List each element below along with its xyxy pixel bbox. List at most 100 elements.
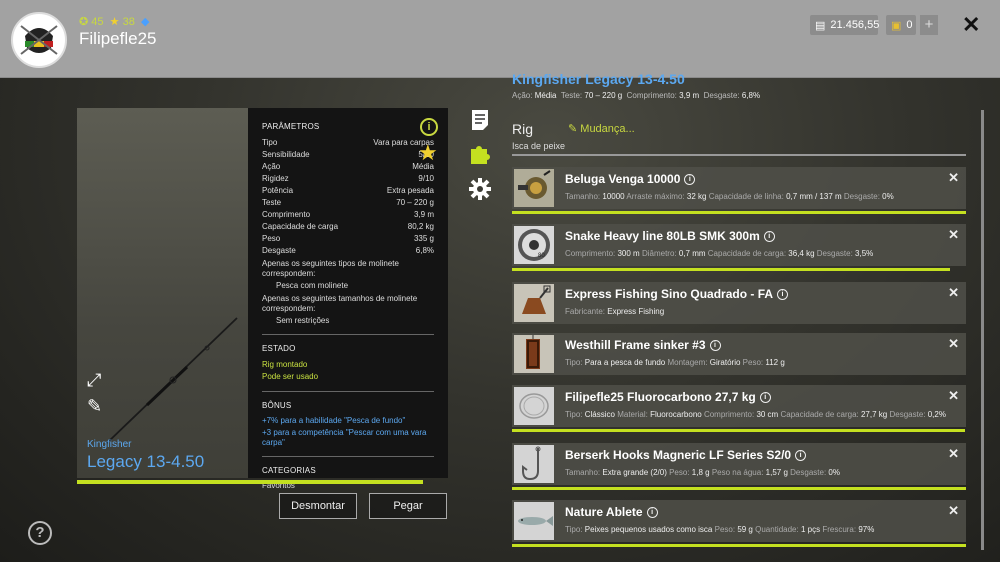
change-rig-button[interactable]: ✎ Mudança... [568,122,635,135]
rig-item-card[interactable]: Express Fishing Sino Quadrado - FA i Fabri… [512,282,966,324]
silver-value: 21.456,55 [830,19,880,31]
item-name-text: Snake Heavy line 80LB SMK 300m [565,229,760,243]
divider [262,334,434,335]
length-value: 3,9 m [679,91,700,100]
stars-value: 38 [122,16,135,28]
item-condition-bar [512,268,951,271]
drop-icon: ◆ [140,16,150,28]
item-name: Filipefle25 Fluorocarbono 27,7 kg i [565,390,771,404]
expand-icon[interactable]: ⤢ [87,370,101,391]
player-avatar[interactable] [11,12,67,68]
parameter-label: Comprimento [262,210,311,219]
rig-item-card[interactable]: 80 Snake Heavy line 80LB SMK 300m i Comprim… [512,224,966,266]
parameter-row: Peso 335 g [262,233,434,245]
detail-value: 0% [828,468,840,477]
gear-icon[interactable] [468,177,492,201]
detail-value: 32 kg [686,192,707,201]
item-info-icon[interactable]: i [763,231,775,243]
detail-value: 0,2% [927,410,946,419]
item-info-icon[interactable]: i [684,174,696,186]
parameter-row: Capacidade de carga 80,2 kg [262,221,434,233]
reel-icon [514,169,554,207]
puzzle-icon[interactable] [468,142,492,166]
scrollbar[interactable] [981,110,984,550]
rod-condition-bar [77,480,423,484]
rod-name: Legacy 13-4.50 [87,452,205,471]
detail-value: 1,57 g [765,468,788,477]
rig-item-card[interactable]: Berserk Hooks Magneric LF Series S2/0 i Ta… [512,443,966,485]
state-rig-mounted: Rig montado [262,360,308,369]
item-info-icon[interactable]: i [759,392,771,404]
detail-label: Comprimento: [565,249,616,258]
remove-item-icon[interactable]: ✕ [948,336,959,352]
favorite-star-icon[interactable]: ★ [418,141,438,165]
detail-value: Fluorocarbono [650,410,702,419]
wear-value: 6,8% [741,91,761,100]
gold-currency: ▣ 0 [886,15,916,35]
rename-pencil-icon[interactable]: ✎ [87,396,102,417]
item-name-text: Nature Ablete [565,505,643,519]
detail-value: 59 g [737,525,753,534]
bonus-heading: BÔNUS [262,401,292,410]
detail-label: Tamanho: [565,468,601,477]
dismount-button[interactable]: Desmontar [279,493,357,519]
item-info-icon[interactable]: i [709,340,721,352]
length-label: Comprimento: [626,91,677,100]
item-info-icon[interactable]: i [795,450,807,462]
item-info-icon[interactable]: i [777,289,789,301]
item-details: Tipo: Peixes pequenos usados como isca P… [565,525,874,534]
item-name: Westhill Frame sinker #3 i [565,338,721,352]
parameter-label: Teste [262,198,282,207]
item-details: Tamanho: 10000 Arraste máximo: 32 kg Cap… [565,192,894,201]
detail-value: 97% [858,525,875,534]
item-details: Comprimento: 300 m Diâmetro: 0,7 mm Capa… [565,249,873,258]
document-icon[interactable] [468,108,492,132]
parameter-label: Rigidez [262,174,289,183]
item-condition-bar [512,211,966,214]
close-icon[interactable]: ✕ [962,12,980,38]
detail-label: Tipo: [565,358,583,367]
detail-label: Desgaste: [889,410,926,419]
silver-currency: ▤ 21.456,55 [810,15,880,35]
item-details: Tipo: Clássico Material: Fluorocarbono C… [565,410,946,419]
detail-value: 0% [882,192,894,201]
detail-label: Quantidade: [755,525,799,534]
detail-value: 1 pçs [800,525,821,534]
remove-item-icon[interactable]: ✕ [948,388,959,404]
remove-item-icon[interactable]: ✕ [948,170,959,186]
remove-item-icon[interactable]: ✕ [948,285,959,301]
detail-label: Fabricante: [565,307,606,316]
detail-value: 30 cm [756,410,779,419]
bell-icon [514,284,554,322]
rig-item-card[interactable]: Westhill Frame sinker #3 i Tipo: Para a pe… [512,333,966,375]
remove-item-icon[interactable]: ✕ [948,503,959,519]
detail-value: 3,5% [855,249,874,258]
help-icon[interactable]: ? [28,521,52,545]
change-label: Mudança... [580,123,635,135]
reel-types-note: Apenas os seguintes tipos de molinete co… [262,259,399,278]
detail-label: Montagem: [667,358,708,367]
rig-item-card[interactable]: Filipefle25 Fluorocarbono 27,7 kg i Tipo: … [512,385,966,427]
detail-value: Express Fishing [607,307,665,316]
remove-item-icon[interactable]: ✕ [948,446,959,462]
rig-item-card[interactable]: Nature Ablete i Tipo: Peixes pequenos usad… [512,500,966,542]
remove-item-icon[interactable]: ✕ [948,227,959,243]
detail-label: Capacidade de linha: [708,192,784,201]
parameter-value: 335 g [413,234,434,243]
detail-label: Desgaste: [816,249,853,258]
detail-label: Tipo: [565,525,583,534]
parameter-row: Potência Extra pesada [262,185,434,197]
add-currency-button[interactable]: + [920,15,938,35]
rig-item-card[interactable]: Beluga Venga 10000 i Tamanho: 10000 Arrast… [512,167,966,209]
rod-summary: Ação: Média Teste: 70 – 220 g Compriment… [512,91,760,100]
parameter-row: Ação Média [262,161,434,173]
item-info-icon[interactable]: i [646,507,658,519]
info-icon[interactable]: i [420,118,438,136]
detail-label: Material: [617,410,648,419]
item-condition-bar [512,544,966,547]
item-name-text: Beluga Venga 10000 [565,172,681,186]
item-name-text: Westhill Frame sinker #3 [565,338,706,352]
parameter-value: Extra pesada [386,186,434,195]
detail-label: Peso: [714,525,736,534]
take-button[interactable]: Pegar [369,493,447,519]
